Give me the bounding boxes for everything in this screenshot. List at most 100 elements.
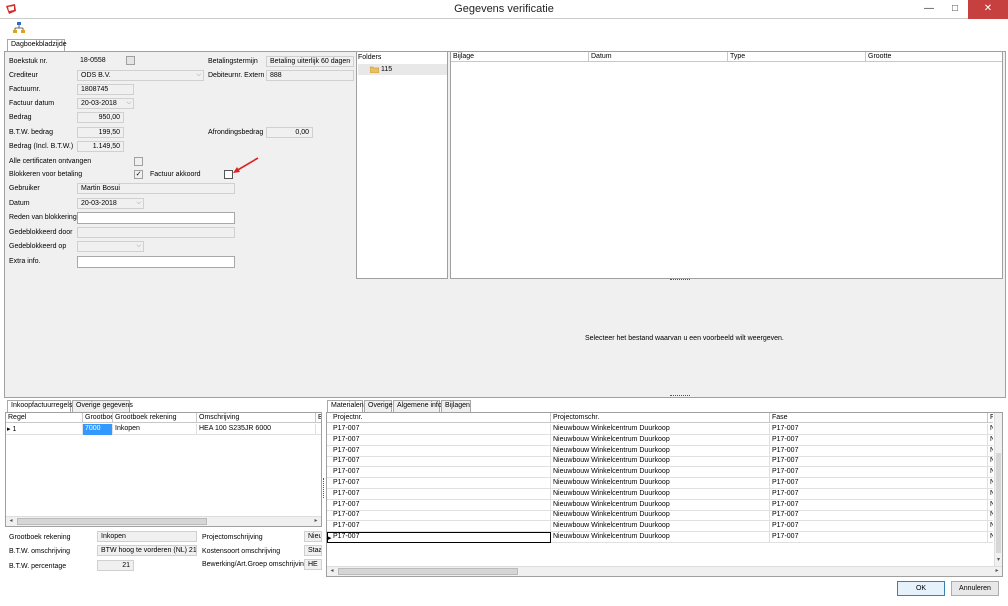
cell-projectomschr[interactable]: Nieuwbouw Winkelcentrum Duurkoop [551,467,770,479]
scroll-thumb[interactable] [17,518,207,525]
cell-fase[interactable]: P17-007 [770,532,988,543]
cell-f[interactable]: N [988,435,993,446]
cell-f[interactable]: N [988,446,993,457]
column-projectomschr[interactable]: Projectomschr. [551,413,770,423]
cell-f[interactable]: N [988,532,993,543]
column-type[interactable]: Type [728,52,866,62]
cell-f[interactable]: N [988,489,993,500]
cell-fase[interactable]: P17-007 [770,456,988,468]
column-datum[interactable]: Datum [589,52,728,62]
cell-fase[interactable]: P17-007 [770,424,988,435]
afrondingsbedrag-field[interactable]: 0,00 [266,127,313,138]
cell-projectomschr[interactable]: Nieuwbouw Winkelcentrum Duurkoop [551,510,770,522]
scroll-thumb[interactable] [338,568,518,575]
scroll-right-icon[interactable]: ▸ [311,517,321,526]
debiteurnr-field[interactable]: 888 [266,70,354,81]
cell-f[interactable]: N [988,424,993,435]
crediteur-select[interactable]: ODS B.V. ⌵ [77,70,204,81]
cell-fase[interactable]: P17-007 [770,521,988,533]
cell-projectnr[interactable]: P17-007 [327,510,551,522]
cell-fase[interactable]: P17-007 [770,445,988,457]
cell-f[interactable]: N [988,478,993,489]
cell-projectnr[interactable]: P17-007 [327,434,551,446]
cell-projectomschr[interactable]: Nieuwbouw Winkelcentrum Duurkoop [551,456,770,468]
maximize-button[interactable]: □ [942,0,968,19]
cell-projectnr[interactable]: P17-007 [327,424,551,435]
cell-f[interactable]: N [988,467,993,478]
hierarchy-icon[interactable] [13,22,25,34]
factuurdatum-picker[interactable]: 20-03-2018 ⌵ [77,98,134,109]
cell-f[interactable]: N [988,510,993,521]
cell-fase[interactable]: P17-007 [770,434,988,446]
materials-hscrollbar[interactable]: ◂ ▸ [327,566,1002,576]
cell-f[interactable]: N [988,521,993,532]
tab-algemene-info[interactable]: Algemene info. [393,400,444,412]
cell-projectnr[interactable]: P17-007 [327,499,551,511]
close-button[interactable]: ✕ [968,0,1008,19]
cell-f[interactable]: N [988,456,993,467]
cell-projectnr[interactable]: P17-007 [327,445,551,457]
scroll-thumb[interactable] [996,453,1001,553]
cell-projectomschr[interactable]: Nieuwbouw Winkelcentrum Duurkoop [551,532,770,543]
table-row[interactable]: P17-007 Nieuwbouw Winkelcentrum Duurkoop P… [327,434,993,446]
column-omschrijving[interactable]: Omschrijving [197,413,316,423]
cell-projectnr[interactable]: P17-007 [327,488,551,500]
extra-info-field[interactable] [77,256,235,268]
minimize-button[interactable]: — [916,0,942,19]
column-f[interactable]: F [988,413,993,423]
table-row[interactable]: P17-007 Nieuwbouw Winkelcentrum Duurkoop P… [327,445,993,457]
cell-projectomschr[interactable]: Nieuwbouw Winkelcentrum Duurkoop [551,499,770,511]
tab-overige-gegevens[interactable]: Overige gegevens [72,400,133,412]
scroll-left-icon[interactable]: ◂ [6,517,16,526]
cell-fase[interactable]: P17-007 [770,488,988,500]
blokkeren-checkbox[interactable]: ✓ [134,170,143,179]
cell-projectomschr[interactable]: Nieuwbouw Winkelcentrum Duurkoop [551,521,770,533]
tab-bijlagen[interactable]: Bijlagen [441,400,471,412]
folder-item-115[interactable]: 115 [358,64,447,75]
ok-button[interactable]: OK [897,581,945,596]
cell-projectomschr[interactable]: Nieuwbouw Winkelcentrum Duurkoop [551,434,770,446]
factuurnr-field[interactable]: 1808745 [77,84,134,95]
betalingstermijn-select[interactable]: Betaling uiterlijk 60 dagen ⌵ [266,56,354,67]
table-row[interactable]: ▸ 1 7000 Inkopen HEA 100 S235JR 6000 [6,424,321,435]
cell-projectomschr[interactable]: Nieuwbouw Winkelcentrum Duurkoop [551,478,770,489]
cell-projectomschr[interactable]: Nieuwbouw Winkelcentrum Duurkoop [551,488,770,500]
table-row[interactable]: P17-007 Nieuwbouw Winkelcentrum Duurkoop P… [327,532,993,543]
table-row[interactable]: P17-007 Nieuwbouw Winkelcentrum Duurkoop P… [327,488,993,500]
table-row[interactable]: P17-007 Nieuwbouw Winkelcentrum Duurkoop P… [327,424,993,435]
reden-field[interactable] [77,212,235,224]
certificaten-checkbox[interactable] [134,157,143,166]
cell-fase[interactable]: P17-007 [770,478,988,489]
cell-projectomschr[interactable]: Nieuwbouw Winkelcentrum Duurkoop [551,445,770,457]
invoice-hscrollbar[interactable]: ◂ ▸ [6,516,321,526]
cell-projectnr[interactable]: P17-007 [327,456,551,468]
cell-omschrijving[interactable]: HEA 100 S235JR 6000 [197,424,316,435]
cell-projectnr[interactable]: P17-007 [327,532,551,543]
table-row[interactable]: P17-007 Nieuwbouw Winkelcentrum Duurkoop P… [327,478,993,489]
cell-projectnr[interactable]: P17-007 [327,478,551,489]
splitter-handle[interactable] [323,478,325,498]
column-b[interactable]: B [316,413,321,423]
column-bijlage[interactable]: Bijlage [451,52,589,62]
table-row[interactable]: P17-007 Nieuwbouw Winkelcentrum Duurkoop P… [327,521,993,533]
splitter-handle[interactable] [670,279,690,281]
cell-f[interactable]: N [988,500,993,511]
cell-fase[interactable]: P17-007 [770,499,988,511]
table-row[interactable]: P17-007 Nieuwbouw Winkelcentrum Duurkoop P… [327,499,993,511]
scroll-left-icon[interactable]: ◂ [327,567,337,576]
datum-picker[interactable]: 20-03-2018 ⌵ [77,198,144,209]
cell-fase[interactable]: P17-007 [770,510,988,522]
table-row[interactable]: P17-007 Nieuwbouw Winkelcentrum Duurkoop P… [327,510,993,522]
column-regel[interactable]: Regel [6,413,83,423]
column-projectnr[interactable]: Projectnr. [327,413,551,423]
tab-overige[interactable]: Overige [364,400,393,412]
table-row[interactable]: P17-007 Nieuwbouw Winkelcentrum Duurkoop P… [327,467,993,479]
cell-projectnr[interactable]: P17-007 [327,467,551,479]
bedrag-field[interactable]: 950,00 [77,112,124,123]
btw-bedrag-field[interactable]: 199,50 [77,127,124,138]
scroll-right-icon[interactable]: ▸ [992,567,1002,576]
column-fase[interactable]: Fase [770,413,988,423]
cancel-button[interactable]: Annuleren [951,581,999,596]
column-grootte[interactable]: Grootte [866,52,1002,62]
cell-fase[interactable]: P17-007 [770,467,988,479]
